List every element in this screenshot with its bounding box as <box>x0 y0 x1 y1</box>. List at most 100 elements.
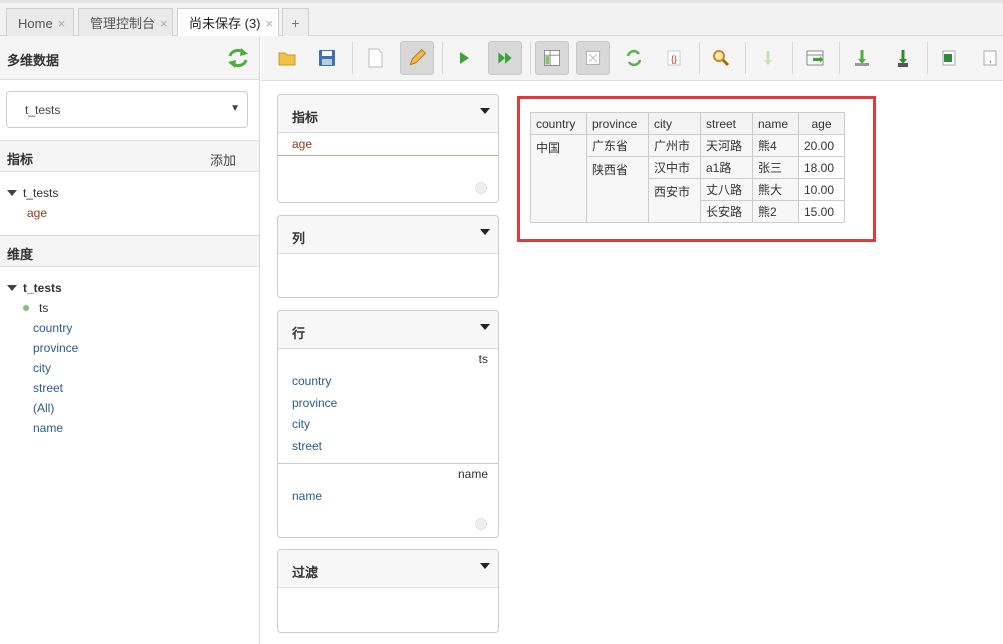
swap-axes-icon[interactable] <box>617 41 651 75</box>
export-icon[interactable] <box>845 41 879 75</box>
hide-empty-icon[interactable] <box>576 41 610 75</box>
toolbar-divider <box>927 42 928 74</box>
dimensions-tree-root[interactable]: t_tests <box>7 281 62 295</box>
level-item-all[interactable]: (All) <box>33 401 54 415</box>
table-cell[interactable]: 陕西省 <box>586 156 649 223</box>
table-cell[interactable]: 熊大 <box>752 178 799 201</box>
row-hierarchy-label: ts <box>478 352 488 366</box>
panel-header: 过滤 <box>278 550 498 588</box>
table-cell[interactable]: 天河路 <box>700 134 753 157</box>
row-level-province[interactable]: province <box>292 396 337 410</box>
table-cell[interactable]: 丈八路 <box>700 178 753 201</box>
export-all-icon[interactable] <box>886 41 920 75</box>
toolbar-divider <box>442 42 443 74</box>
new-document-icon[interactable] <box>358 41 392 75</box>
table-cell: 10.00 <box>798 178 845 201</box>
expand-triangle-icon[interactable] <box>7 190 17 196</box>
table-cell[interactable]: 中国 <box>530 134 587 223</box>
row-hierarchy-label: name <box>457 467 488 481</box>
row-level-city[interactable]: city <box>292 417 310 431</box>
zoom-icon[interactable] <box>704 41 738 75</box>
level-item-country[interactable]: country <box>33 321 72 335</box>
add-measure-button[interactable]: 添加 <box>210 150 236 169</box>
caret-down-icon[interactable] <box>480 324 490 330</box>
table-cell[interactable]: 广东省 <box>586 134 649 157</box>
save-icon[interactable] <box>310 41 344 75</box>
tab-home[interactable]: Home × <box>6 8 74 39</box>
toolbar-divider <box>352 42 353 74</box>
clear-icon[interactable] <box>475 518 487 530</box>
table-cell[interactable]: 熊2 <box>752 200 799 223</box>
table-cell: 20.00 <box>798 134 845 157</box>
tab-admin-console[interactable]: 管理控制台 × <box>78 8 173 39</box>
measure-chip[interactable]: age <box>278 133 498 156</box>
toolbar-divider <box>745 42 746 74</box>
toggle-fields-icon[interactable] <box>535 41 569 75</box>
edit-pencil-icon[interactable] <box>400 41 434 75</box>
hierarchy-dot-icon <box>23 305 29 311</box>
auto-run-icon[interactable] <box>488 41 522 75</box>
table-cell[interactable]: 长安路 <box>700 200 753 223</box>
row-group-divider <box>278 463 498 464</box>
columns-dropzone[interactable]: 列 <box>277 215 499 298</box>
cube-select-value: t_tests <box>25 103 61 117</box>
table-cell[interactable]: a1路 <box>700 156 753 179</box>
level-item-city[interactable]: city <box>33 361 51 375</box>
dimensions-section-header: 维度 <box>0 235 259 267</box>
table-cell: 15.00 <box>798 200 845 223</box>
open-folder-icon[interactable] <box>270 41 304 75</box>
drillthrough-icon[interactable] <box>798 41 832 75</box>
table-cell[interactable]: 西安市 <box>648 178 701 223</box>
run-query-icon[interactable] <box>447 41 481 75</box>
column-header[interactable]: country <box>530 112 587 135</box>
panel-title: 列 <box>292 231 306 246</box>
hierarchy-item-ts[interactable]: ts <box>23 301 48 315</box>
sidebar-header: 多维数据 <box>0 36 259 80</box>
tab-bar: Home × 管理控制台 × 尚未保存 (3) × + <box>0 0 1003 40</box>
pivot-table: country province city street name age 中国… <box>530 112 845 223</box>
sidebar: 多维数据 t_tests ▼ 指标 添加 t_tests age 维度 t_te… <box>0 36 260 644</box>
row-level-street[interactable]: street <box>292 439 322 453</box>
svg-text:{}: {} <box>671 54 677 64</box>
show-mdx-icon[interactable]: {} <box>657 41 691 75</box>
level-item-street[interactable]: street <box>33 381 63 395</box>
clear-icon[interactable] <box>475 182 487 194</box>
excel-icon[interactable] <box>932 41 966 75</box>
column-header[interactable]: city <box>648 112 701 135</box>
column-header[interactable]: street <box>700 112 753 135</box>
level-item-name[interactable]: name <box>33 421 63 435</box>
cube-select[interactable]: t_tests ▼ <box>6 91 248 128</box>
tab-label: 尚未保存 (3) <box>189 16 261 31</box>
column-header[interactable]: province <box>586 112 649 135</box>
table-cell[interactable]: 汉中市 <box>648 156 701 179</box>
table-cell[interactable]: 熊4 <box>752 134 799 157</box>
rows-dropzone[interactable]: 行 ts country province city street name n… <box>277 310 499 538</box>
close-icon[interactable]: × <box>160 9 168 38</box>
dimensions-section-title: 维度 <box>7 247 34 262</box>
csv-icon[interactable]: , <box>973 41 1003 75</box>
sidebar-title: 多维数据 <box>7 53 60 68</box>
measures-tree-root[interactable]: t_tests <box>7 186 58 200</box>
table-cell[interactable]: 张三 <box>752 156 799 179</box>
caret-down-icon[interactable] <box>480 229 490 235</box>
measure-item-age[interactable]: age <box>27 206 47 220</box>
caret-down-icon[interactable] <box>480 108 490 114</box>
caret-down-icon[interactable] <box>480 563 490 569</box>
close-icon[interactable]: × <box>58 9 66 38</box>
expand-triangle-icon[interactable] <box>7 285 17 291</box>
level-item-province[interactable]: province <box>33 341 78 355</box>
panel-title: 过滤 <box>292 565 319 580</box>
column-header[interactable]: age <box>798 112 845 135</box>
row-level-country[interactable]: country <box>292 374 331 388</box>
drill-down-icon[interactable] <box>751 41 785 75</box>
measures-section-title: 指标 <box>7 152 34 167</box>
toolbar-divider <box>839 42 840 74</box>
measures-dropzone[interactable]: 指标 age <box>277 94 499 203</box>
filter-dropzone[interactable]: 过滤 <box>277 549 499 633</box>
close-icon[interactable]: × <box>266 9 274 38</box>
refresh-icon[interactable] <box>226 46 250 70</box>
row-level-name[interactable]: name <box>292 489 322 503</box>
add-tab-button[interactable]: + <box>282 8 309 39</box>
table-cell[interactable]: 广州市 <box>648 134 701 157</box>
column-header[interactable]: name <box>752 112 799 135</box>
